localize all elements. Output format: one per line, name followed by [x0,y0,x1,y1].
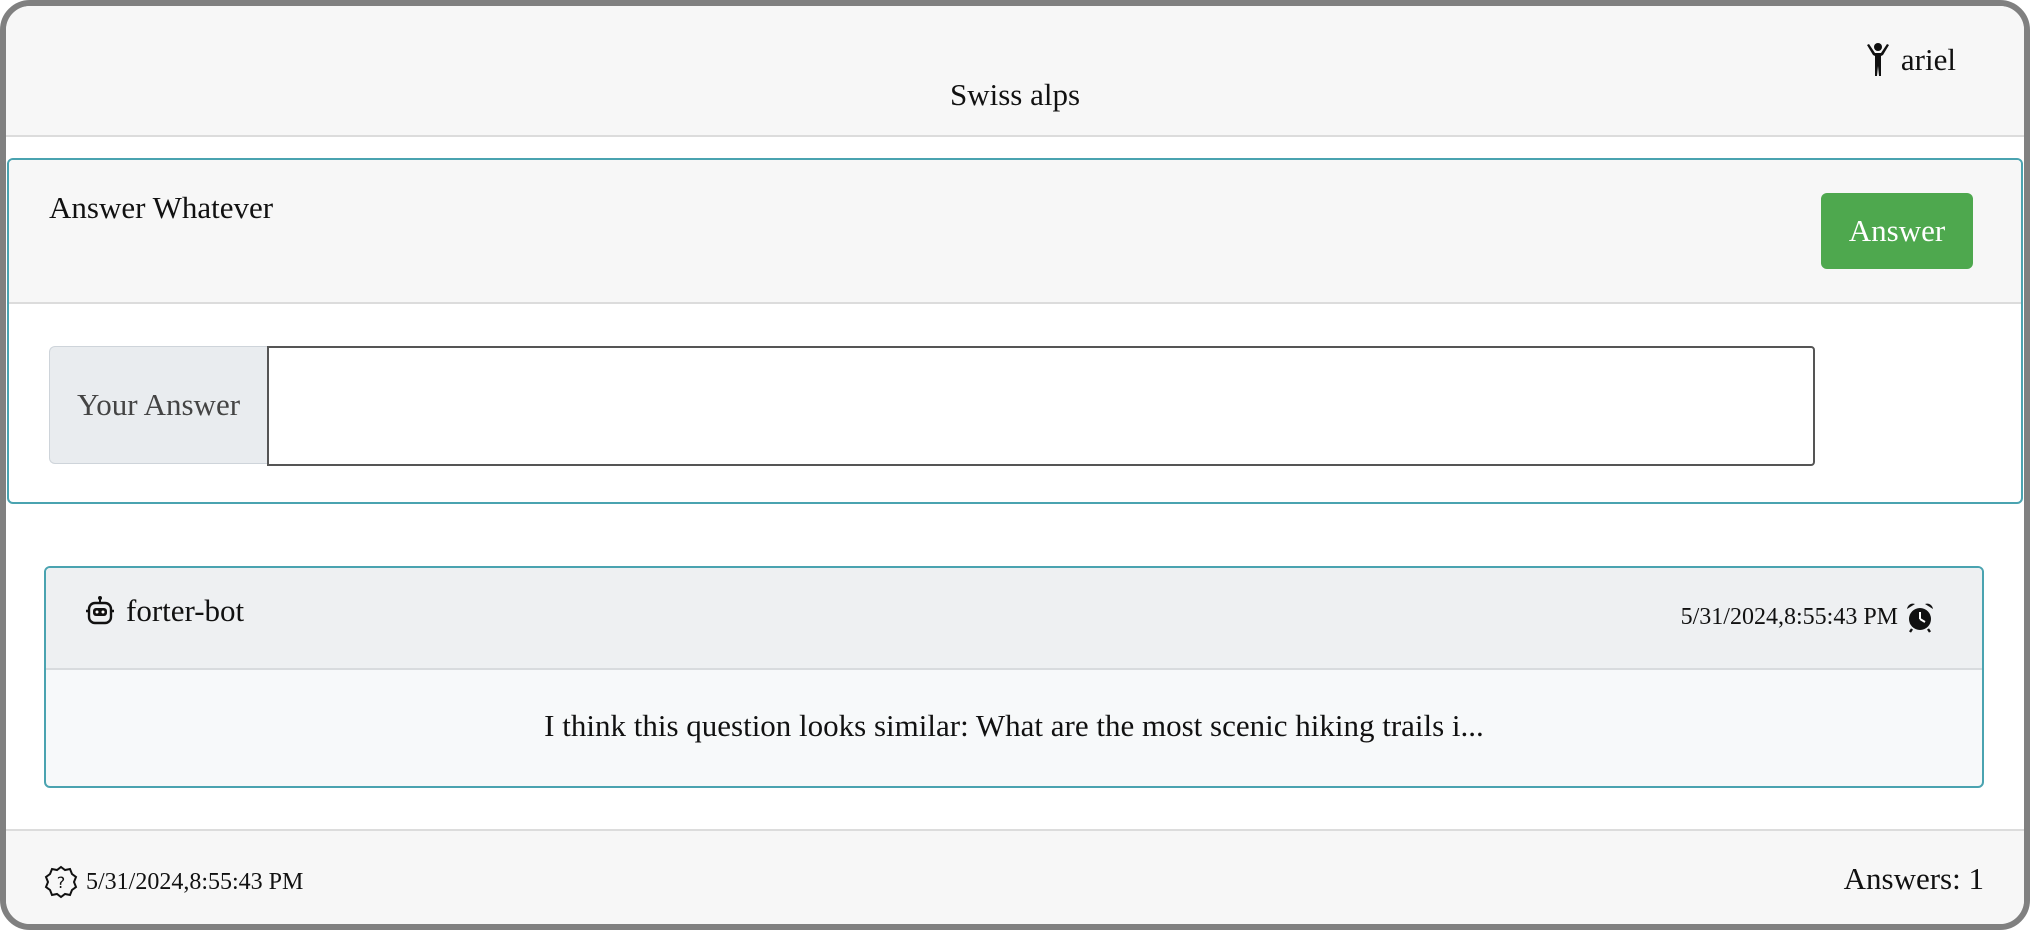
answer-author: forter-bot [84,593,244,629]
question-date-text: 5/31/2024,8:55:43 PM [86,868,304,895]
answer-form-heading: Answer Whatever [49,190,274,225]
answer-timestamp-text: 5/31/2024,8:55:43 PM [1680,603,1898,630]
answer-author-name: forter-bot [126,593,245,628]
answer-button[interactable]: Answer [1821,193,1973,269]
question-header: ariel Swiss alps [6,6,2024,137]
user-name: ariel [1900,42,1956,77]
user-info: ariel [1865,42,1956,78]
question-date: ? 5/31/2024,8:55:43 PM [44,865,303,899]
svg-text:?: ? [57,873,66,892]
answer-input-label: Your Answer [49,346,267,464]
person-icon [1866,43,1889,76]
answers-count: Answers: 1 [1843,861,1984,896]
question-footer: ? 5/31/2024,8:55:43 PM Answers: 1 [6,829,2024,924]
answer-form-header: Answer Whatever Answer [9,160,2021,304]
answer-input[interactable] [267,346,1815,466]
answer-card: forter-bot 5/31/2024,8:55:43 PM I think … [44,566,1984,788]
question-circle-icon: ? [44,865,78,899]
question-title: Swiss alps [949,77,1081,112]
answer-text: I think this question looks similar: Wha… [544,708,1484,743]
answer-timestamp: 5/31/2024,8:55:43 PM [1681,601,1936,633]
answer-card-header: forter-bot 5/31/2024,8:55:43 PM [46,568,1982,670]
answer-input-group: Your Answer [49,346,1815,466]
robot-icon [86,596,114,625]
answer-form: Answer Whatever Answer Your Answer [7,158,2023,504]
alarm-clock-icon [1907,603,1933,633]
question-card: ariel Swiss alps Answer Whatever Answer … [0,0,2030,930]
